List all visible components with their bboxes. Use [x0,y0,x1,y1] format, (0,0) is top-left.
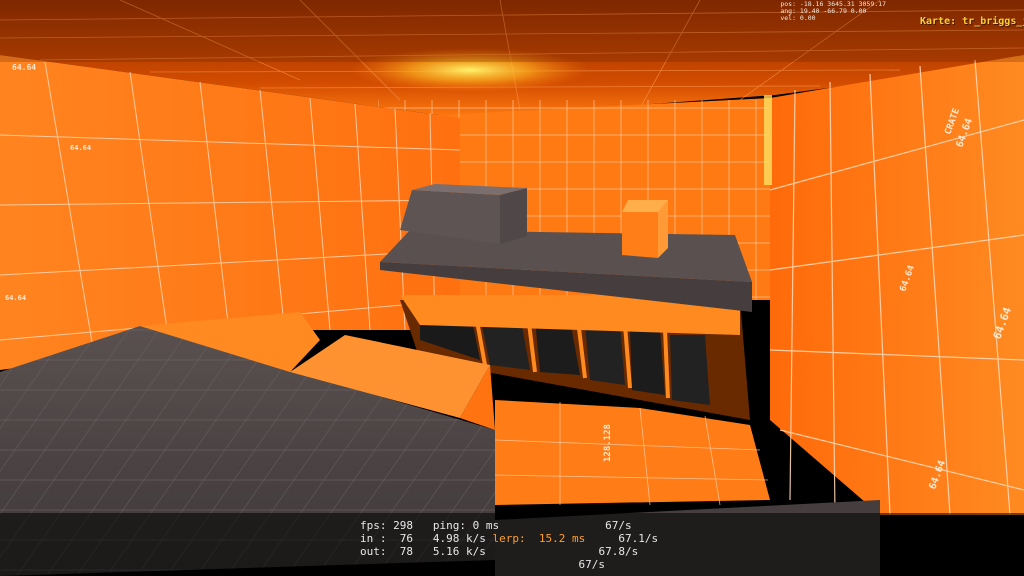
lerp-value: 15.2 ms [538,532,586,545]
net-graph-row-fps: fps: 298 ping: 0 ms 67/s [360,520,632,532]
ping-value: 0 ms [472,519,500,532]
out-label: out: [360,545,387,558]
label-ramp: 128.128 [603,424,613,462]
label-left-wall-mid: 64.64 [70,144,91,152]
map-name: tr_briggs_jun [962,16,1024,27]
rate-2: 67.1/s [618,532,659,545]
map-name-readout: Karte: tr_briggs_jun [920,16,1024,27]
net-graph-row-extra: 67/s [360,558,606,571]
game-viewport: 64.64 64.64 64.64 CRATE 64.64 64.64 64.6… [0,0,1024,576]
fps-label: fps: [360,519,387,532]
in-rate: 4.98 k/s [432,532,486,545]
label-left-wall-low: 64.64 [5,294,26,302]
position-readout: pos: -18.16 3645.31 3059.17 ang: 19.40 -… [780,1,886,22]
in-label: in : [360,532,387,545]
out-bytes: 78 [399,545,413,558]
net-graph-row-in: in : 76 4.98 k/s lerp: 15.2 ms 67.1/s [360,533,658,545]
lerp-label: lerp: [492,532,526,545]
ping-label: ping: [432,519,466,532]
label-left-wall-top: 64.64 [12,63,36,72]
vel-value: 0.00 [799,14,816,22]
rate-1: 67/s [605,519,632,532]
out-rate: 5.16 k/s [432,545,486,558]
rate-3: 67.8/s [598,545,639,558]
in-bytes: 76 [399,532,413,545]
fps-value: 298 [393,519,413,532]
gray-block-side [500,188,527,244]
vel-label: vel: [780,14,796,22]
net-graph-row-out: out: 78 5.16 k/s 67.8/s [360,546,638,558]
right-wall [770,55,1024,515]
vel-line: vel: 0.00 [780,15,886,22]
orange-crate [622,212,658,258]
rate-4: 67/s [578,558,606,571]
right-wall-light-strip [764,95,772,185]
net-graph-panel: fps: 298 ping: 0 ms 67/s in : 76 4.98 k/… [0,513,1024,576]
map-label: Karte: [920,16,957,27]
